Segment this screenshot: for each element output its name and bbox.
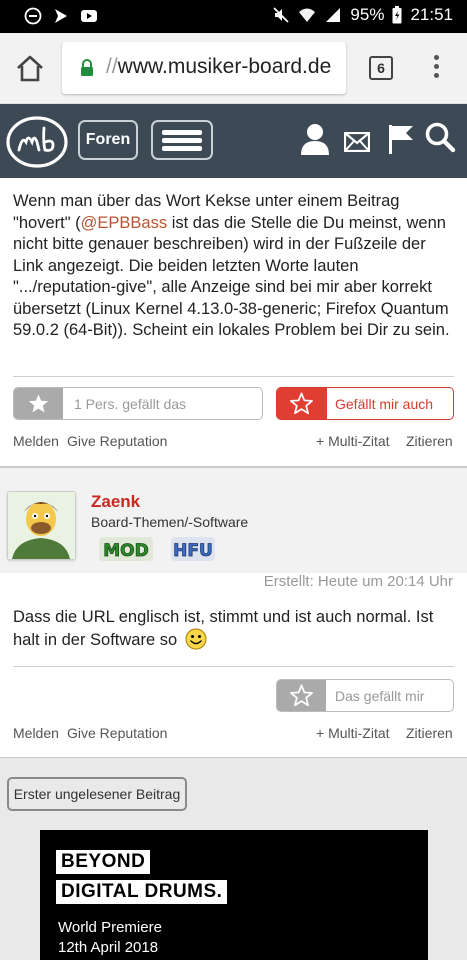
multiquote-link[interactable]: + Multi-Zitat xyxy=(316,433,390,449)
star-cell xyxy=(277,388,327,419)
lock-icon xyxy=(81,59,93,76)
like-button[interactable]: Das gefällt mir xyxy=(276,679,454,712)
minus-circle-icon xyxy=(24,7,42,25)
site-logo[interactable] xyxy=(6,112,70,172)
url-host: www.musiker-board.de xyxy=(117,55,332,78)
post-text: Dass die URL englisch ist, stimmt und is… xyxy=(13,608,434,649)
ad-headline: DIGITAL DRUMS. xyxy=(56,880,228,904)
ad-subline: 12th April 2018 xyxy=(58,939,159,956)
divider xyxy=(13,376,454,377)
browser-toolbar: //www.musiker-board.de 6 xyxy=(0,33,467,104)
clock: 21:51 xyxy=(410,5,453,24)
home-icon[interactable] xyxy=(14,53,46,85)
user-icon[interactable] xyxy=(299,122,331,156)
battery-icon xyxy=(392,6,402,24)
give-reputation-link[interactable]: Give Reputation xyxy=(67,725,167,741)
post-text-part: ist das die Stelle die Du meinst, wenn n… xyxy=(13,213,450,340)
hamburger-menu-icon[interactable] xyxy=(151,120,213,160)
avatar-image xyxy=(8,492,75,559)
post-body: Wenn man über das Wort Kekse unter einem… xyxy=(13,191,458,342)
quote-link[interactable]: Zitieren xyxy=(406,725,453,741)
post-body: Dass die URL englisch ist, stimmt und is… xyxy=(13,606,453,651)
address-bar[interactable]: //www.musiker-board.de xyxy=(62,42,346,94)
status-bar: 95% 21:51 xyxy=(0,0,467,33)
smiley-icon xyxy=(185,628,207,650)
author-name-link[interactable]: Zaenk xyxy=(91,492,140,512)
mod-badge: MOD xyxy=(99,537,153,561)
url-text: //www.musiker-board.de xyxy=(106,55,331,79)
first-unread-button[interactable]: Erster ungelesener Beitrag xyxy=(7,777,187,811)
flag-icon[interactable] xyxy=(387,124,415,154)
report-link[interactable]: Melden xyxy=(13,433,59,449)
give-reputation-link[interactable]: Give Reputation xyxy=(67,433,167,449)
star-cell xyxy=(14,388,63,419)
star-outline-icon xyxy=(290,684,313,707)
likes-count-label: 1 Pers. gefällt das xyxy=(74,396,187,412)
quote-link[interactable]: Zitieren xyxy=(406,433,453,449)
user-mention-link[interactable]: @EPBBass xyxy=(81,214,167,232)
youtube-icon xyxy=(81,10,97,22)
navigation-icon xyxy=(55,9,67,23)
site-header: Foren xyxy=(0,104,467,178)
like-button[interactable]: Gefällt mir auch xyxy=(276,387,454,420)
like-button-label: Gefällt mir auch xyxy=(335,396,434,412)
report-link[interactable]: Melden xyxy=(13,725,59,741)
ad-headline: BEYOND xyxy=(56,850,151,874)
search-icon[interactable] xyxy=(424,121,456,153)
star-icon xyxy=(28,394,49,413)
url-scheme: // xyxy=(106,55,118,78)
signal-icon xyxy=(326,8,341,22)
advertisement-banner[interactable]: BEYOND DIGITAL DRUMS. World Premiere 12t… xyxy=(40,830,428,960)
ad-subline: World Premiere xyxy=(58,919,162,936)
multiquote-link[interactable]: + Multi-Zitat xyxy=(316,725,390,741)
forums-button[interactable]: Foren xyxy=(78,120,138,160)
hfu-badge: HFU xyxy=(171,537,215,561)
overflow-menu-icon[interactable] xyxy=(430,55,442,83)
mute-icon xyxy=(273,7,290,23)
avatar[interactable] xyxy=(7,491,76,560)
thread-footer: Erster ungelesener Beitrag BEYOND DIGITA… xyxy=(0,757,467,960)
post-author-block: Zaenk Board-Themen/-Software MOD HFU xyxy=(0,466,467,573)
badge-text: HFU xyxy=(173,541,213,561)
author-title: Board-Themen/-Software xyxy=(91,514,249,530)
like-button-label: Das gefällt mir xyxy=(335,688,425,704)
mail-icon[interactable] xyxy=(344,132,370,152)
battery-percent: 95% xyxy=(350,5,385,24)
star-cell xyxy=(277,680,326,711)
post-created-date: Erstellt: Heute um 20:14 Uhr xyxy=(263,573,453,590)
divider xyxy=(13,666,454,667)
tab-switcher-button[interactable]: 6 xyxy=(369,56,393,80)
likes-count-box[interactable]: 1 Pers. gefällt das xyxy=(13,387,263,420)
badge-text: MOD xyxy=(103,541,148,561)
star-outline-icon xyxy=(290,392,313,415)
wifi-icon xyxy=(299,8,316,22)
